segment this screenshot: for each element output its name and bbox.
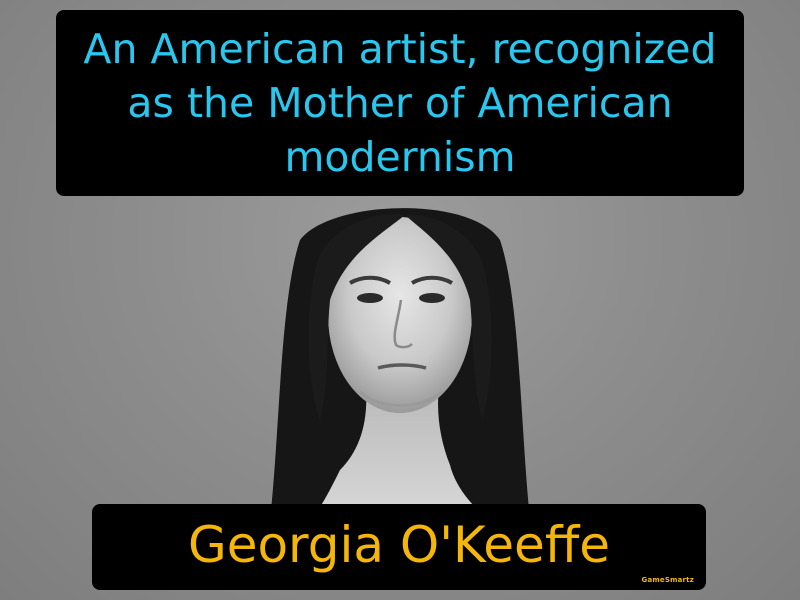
term-text: Georgia O'Keeffe bbox=[187, 516, 611, 574]
brand-label: GameSmartz bbox=[641, 576, 694, 584]
term-box: Georgia O'Keeffe GameSmartz bbox=[92, 504, 706, 590]
definition-box: An American artist, recognized as the Mo… bbox=[56, 10, 744, 196]
definition-text: An American artist, recognized as the Mo… bbox=[83, 25, 717, 181]
